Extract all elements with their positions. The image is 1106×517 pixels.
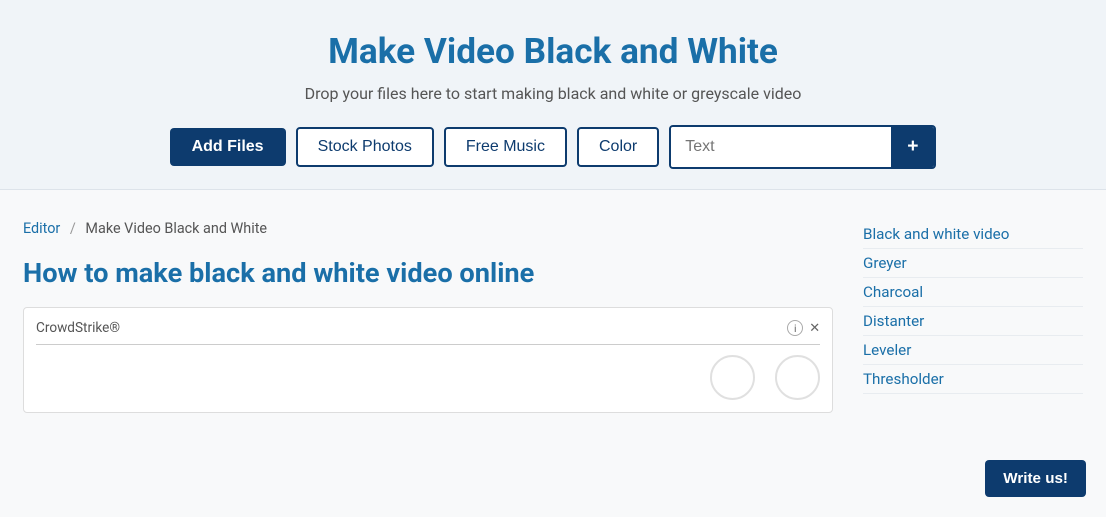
article-title: How to make black and white video online xyxy=(23,257,833,289)
ad-icons: i ✕ xyxy=(787,320,820,336)
sidebar-link-charcoal[interactable]: Charcoal xyxy=(863,278,1083,307)
page-title: Make Video Black and White xyxy=(20,30,1086,72)
breadcrumb: Editor / Make Video Black and White xyxy=(23,220,833,237)
sidebar-link-distanter[interactable]: Distanter xyxy=(863,307,1083,336)
breadcrumb-editor-link[interactable]: Editor xyxy=(23,220,60,237)
ad-circle-2 xyxy=(775,355,820,400)
ad-box: CrowdStrike® i ✕ xyxy=(23,307,833,413)
ad-top-bar: CrowdStrike® i ✕ xyxy=(36,320,820,336)
main-content: Editor / Make Video Black and White How … xyxy=(23,220,833,413)
sidebar-link-bw[interactable]: Black and white video xyxy=(863,220,1083,249)
sidebar: Black and white video Greyer Charcoal Di… xyxy=(863,220,1083,413)
header-section: Make Video Black and White Drop your fil… xyxy=(0,0,1106,190)
breadcrumb-current: Make Video Black and White xyxy=(85,220,267,237)
ad-content xyxy=(36,355,820,400)
ad-label: CrowdStrike® xyxy=(36,320,120,336)
sidebar-link-leveler[interactable]: Leveler xyxy=(863,336,1083,365)
ad-info-icon[interactable]: i xyxy=(787,320,803,336)
breadcrumb-separator: / xyxy=(70,220,76,237)
content-area: Editor / Make Video Black and White How … xyxy=(3,190,1103,443)
color-button[interactable]: Color xyxy=(577,127,659,167)
stock-photos-button[interactable]: Stock Photos xyxy=(296,127,434,167)
ad-circle-1 xyxy=(710,355,755,400)
ad-divider xyxy=(36,344,820,345)
sidebar-link-thresholder[interactable]: Thresholder xyxy=(863,365,1083,394)
sidebar-link-greyer[interactable]: Greyer xyxy=(863,249,1083,278)
write-us-button[interactable]: Write us! xyxy=(985,460,1086,497)
ad-close-icon[interactable]: ✕ xyxy=(809,321,820,336)
toolbar: Add Files Stock Photos Free Music Color … xyxy=(20,125,1086,169)
text-input-wrapper: + xyxy=(669,125,936,169)
add-files-button[interactable]: Add Files xyxy=(170,128,286,166)
page-subtitle: Drop your files here to start making bla… xyxy=(20,84,1086,103)
text-input[interactable] xyxy=(671,127,891,167)
free-music-button[interactable]: Free Music xyxy=(444,127,567,167)
text-add-button[interactable]: + xyxy=(891,127,934,167)
